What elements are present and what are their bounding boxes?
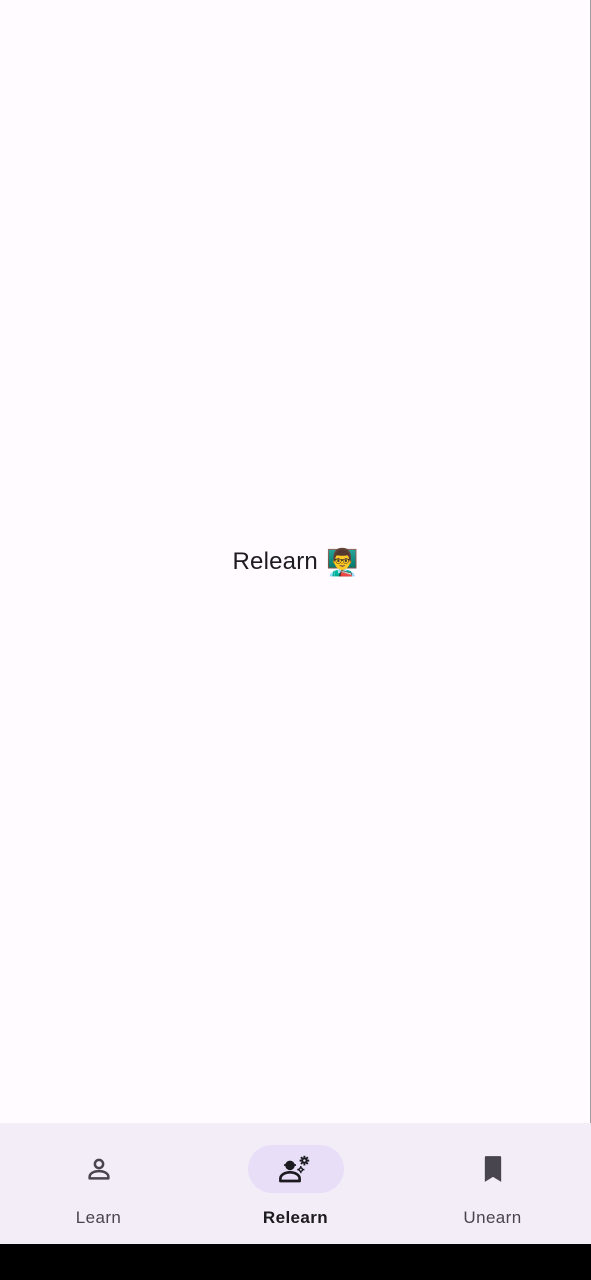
page-title-text: Relearn xyxy=(232,547,318,575)
page-title: Relearn 👨‍🏫 xyxy=(232,548,358,576)
nav-indicator-relearn xyxy=(247,1145,344,1193)
bottom-navigation-bar: Learn Relearn Unearn xyxy=(0,1123,591,1244)
nav-item-unearn[interactable]: Unearn xyxy=(394,1123,591,1244)
nav-item-learn[interactable]: Learn xyxy=(0,1123,197,1244)
engineering-icon xyxy=(278,1155,309,1183)
nav-label-relearn: Relearn xyxy=(262,1208,329,1227)
nav-indicator-learn xyxy=(51,1145,147,1193)
bookmark-icon xyxy=(484,1156,501,1182)
nav-indicator-unearn xyxy=(445,1145,541,1193)
nav-item-relearn[interactable]: Relearn xyxy=(197,1123,394,1244)
main-content: Relearn 👨‍🏫 xyxy=(0,0,591,1123)
nav-label-learn: Learn xyxy=(75,1208,122,1227)
nav-label-unearn: Unearn xyxy=(463,1208,522,1227)
person-outline-icon xyxy=(87,1158,110,1180)
system-navigation-bar xyxy=(0,1244,591,1280)
teacher-emoji-icon: 👨‍🏫 xyxy=(325,546,359,577)
